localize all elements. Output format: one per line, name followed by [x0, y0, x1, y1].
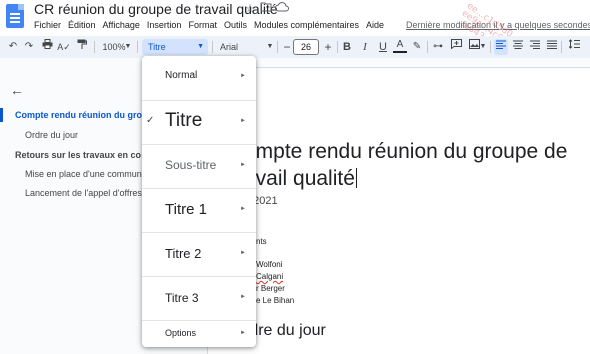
cloud-status-icon[interactable]	[275, 2, 289, 16]
participants-heading[interactable]: nts	[256, 237, 267, 246]
docs-logo-icon[interactable]	[6, 4, 24, 28]
menu-aide[interactable]: Aide	[366, 20, 384, 34]
justify-icon[interactable]	[545, 39, 559, 55]
undo-icon[interactable]: ↶	[6, 39, 20, 55]
folder-move-icon[interactable]	[259, 2, 273, 16]
menu-modules[interactable]: Modules complémentaires	[254, 20, 359, 34]
document-heading-title[interactable]: ompte rendu réunion du groupe de avail q…	[244, 138, 584, 192]
title-bar: CR réunion du groupe de travail qualité …	[0, 0, 590, 36]
participant-2[interactable]: Calgani	[256, 272, 283, 281]
submenu-arrow-icon: ►	[240, 73, 246, 79]
menu-item-normal[interactable]: Normal ►	[142, 56, 256, 100]
submenu-arrow-icon: ►	[240, 294, 246, 300]
zoom-chevron-icon[interactable]: ▼	[124, 39, 132, 55]
participant-1[interactable]: Wolfoni	[256, 260, 283, 269]
bold-icon[interactable]: B	[340, 39, 354, 55]
text-cursor	[355, 168, 357, 188]
outline-item-retours[interactable]: Retours sur les travaux en co	[15, 150, 141, 160]
menu-bar: Fichier Édition Affichage Insertion Form…	[34, 20, 384, 34]
menu-affichage[interactable]: Affichage	[103, 20, 140, 34]
decrease-size-button[interactable]: −	[280, 39, 294, 55]
chevron-down-icon: ▼	[197, 43, 204, 50]
submenu-arrow-icon: ►	[240, 118, 246, 124]
italic-icon[interactable]: I	[358, 39, 372, 55]
menu-fichier[interactable]: Fichier	[34, 20, 61, 34]
paint-format-icon[interactable]	[75, 39, 89, 55]
menu-insertion[interactable]: Insertion	[147, 20, 182, 34]
paragraph-style-value: Titre	[148, 42, 166, 52]
title-line-2: avail qualité	[244, 167, 355, 190]
submenu-arrow-icon: ►	[240, 330, 246, 336]
submenu-arrow-icon: ►	[240, 206, 246, 212]
toolbar: ↶ ↷ A✓ 100% ▼ Titre ▼ Arial ▼ − 26 + B I…	[0, 36, 590, 58]
align-left-icon[interactable]	[494, 39, 508, 55]
text-color-icon[interactable]: A	[393, 39, 407, 53]
comment-icon[interactable]	[449, 39, 463, 55]
outline-active-indicator	[0, 108, 3, 122]
submenu-arrow-icon: ►	[240, 162, 246, 168]
menu-item-options[interactable]: Options ►	[142, 320, 256, 347]
menu-item-titre-1[interactable]: Titre 1 ►	[142, 188, 256, 232]
section-heading-ordre-du-jour[interactable]: rdre du jour	[244, 322, 326, 340]
underline-icon[interactable]: U	[376, 39, 390, 55]
outline-item-appel-offres[interactable]: Lancement de l'appel d'offres	[25, 188, 142, 198]
image-chevron-icon[interactable]: ▼	[479, 39, 487, 55]
menu-item-titre-2[interactable]: Titre 2 ►	[142, 232, 256, 276]
link-icon[interactable]: ⊶	[431, 39, 445, 55]
font-size-input[interactable]: 26	[293, 39, 319, 55]
menu-item-titre-3[interactable]: Titre 3 ►	[142, 276, 256, 320]
document-title[interactable]: CR réunion du groupe de travail qualité	[34, 1, 278, 17]
menu-outils[interactable]: Outils	[224, 20, 247, 34]
paragraph-styles-menu: Normal ► ✓ Titre ► Sous-titre ► Titre 1 …	[142, 56, 256, 347]
menu-format[interactable]: Format	[188, 20, 217, 34]
document-outline: ← Compte rendu réunion du groupe Ordre d…	[0, 58, 158, 354]
align-center-icon[interactable]	[511, 39, 525, 55]
last-edit-link[interactable]: Dernière modification il y a quelques se…	[406, 20, 590, 30]
menu-edition[interactable]: Édition	[68, 20, 96, 34]
participant-4[interactable]: e Le Bihan	[256, 296, 294, 305]
line-spacing-icon[interactable]	[567, 39, 581, 55]
highlight-icon[interactable]: ✎	[410, 39, 424, 55]
menu-item-titre[interactable]: ✓ Titre ►	[142, 100, 256, 144]
redo-icon[interactable]: ↷	[22, 39, 36, 55]
participant-3[interactable]: r Berger	[256, 284, 285, 293]
font-select[interactable]: Arial	[218, 39, 272, 55]
google-docs-window: CR réunion du groupe de travail qualité …	[0, 0, 590, 354]
paragraph-style-select[interactable]: Titre ▼	[142, 39, 208, 55]
menu-item-sous-titre[interactable]: Sous-titre ►	[142, 144, 256, 188]
align-right-icon[interactable]	[528, 39, 542, 55]
outline-item-compte-rendu[interactable]: Compte rendu réunion du groupe	[15, 110, 158, 120]
document-page[interactable]	[207, 69, 590, 354]
outline-item-communaute[interactable]: Mise en place d'une communau	[25, 169, 152, 179]
outline-item-ordre-du-jour[interactable]: Ordre du jour	[25, 130, 78, 140]
font-chevron-icon[interactable]: ▼	[266, 39, 274, 55]
spellcheck-icon[interactable]: A✓	[57, 39, 71, 55]
title-line-1: ompte rendu réunion du groupe de	[244, 140, 568, 163]
check-icon: ✓	[146, 115, 155, 126]
increase-size-button[interactable]: +	[321, 39, 335, 55]
print-icon[interactable]	[40, 39, 54, 55]
submenu-arrow-icon: ►	[240, 250, 246, 256]
star-icon[interactable]: ☆	[243, 2, 257, 16]
back-arrow-icon[interactable]: ←	[10, 82, 24, 98]
